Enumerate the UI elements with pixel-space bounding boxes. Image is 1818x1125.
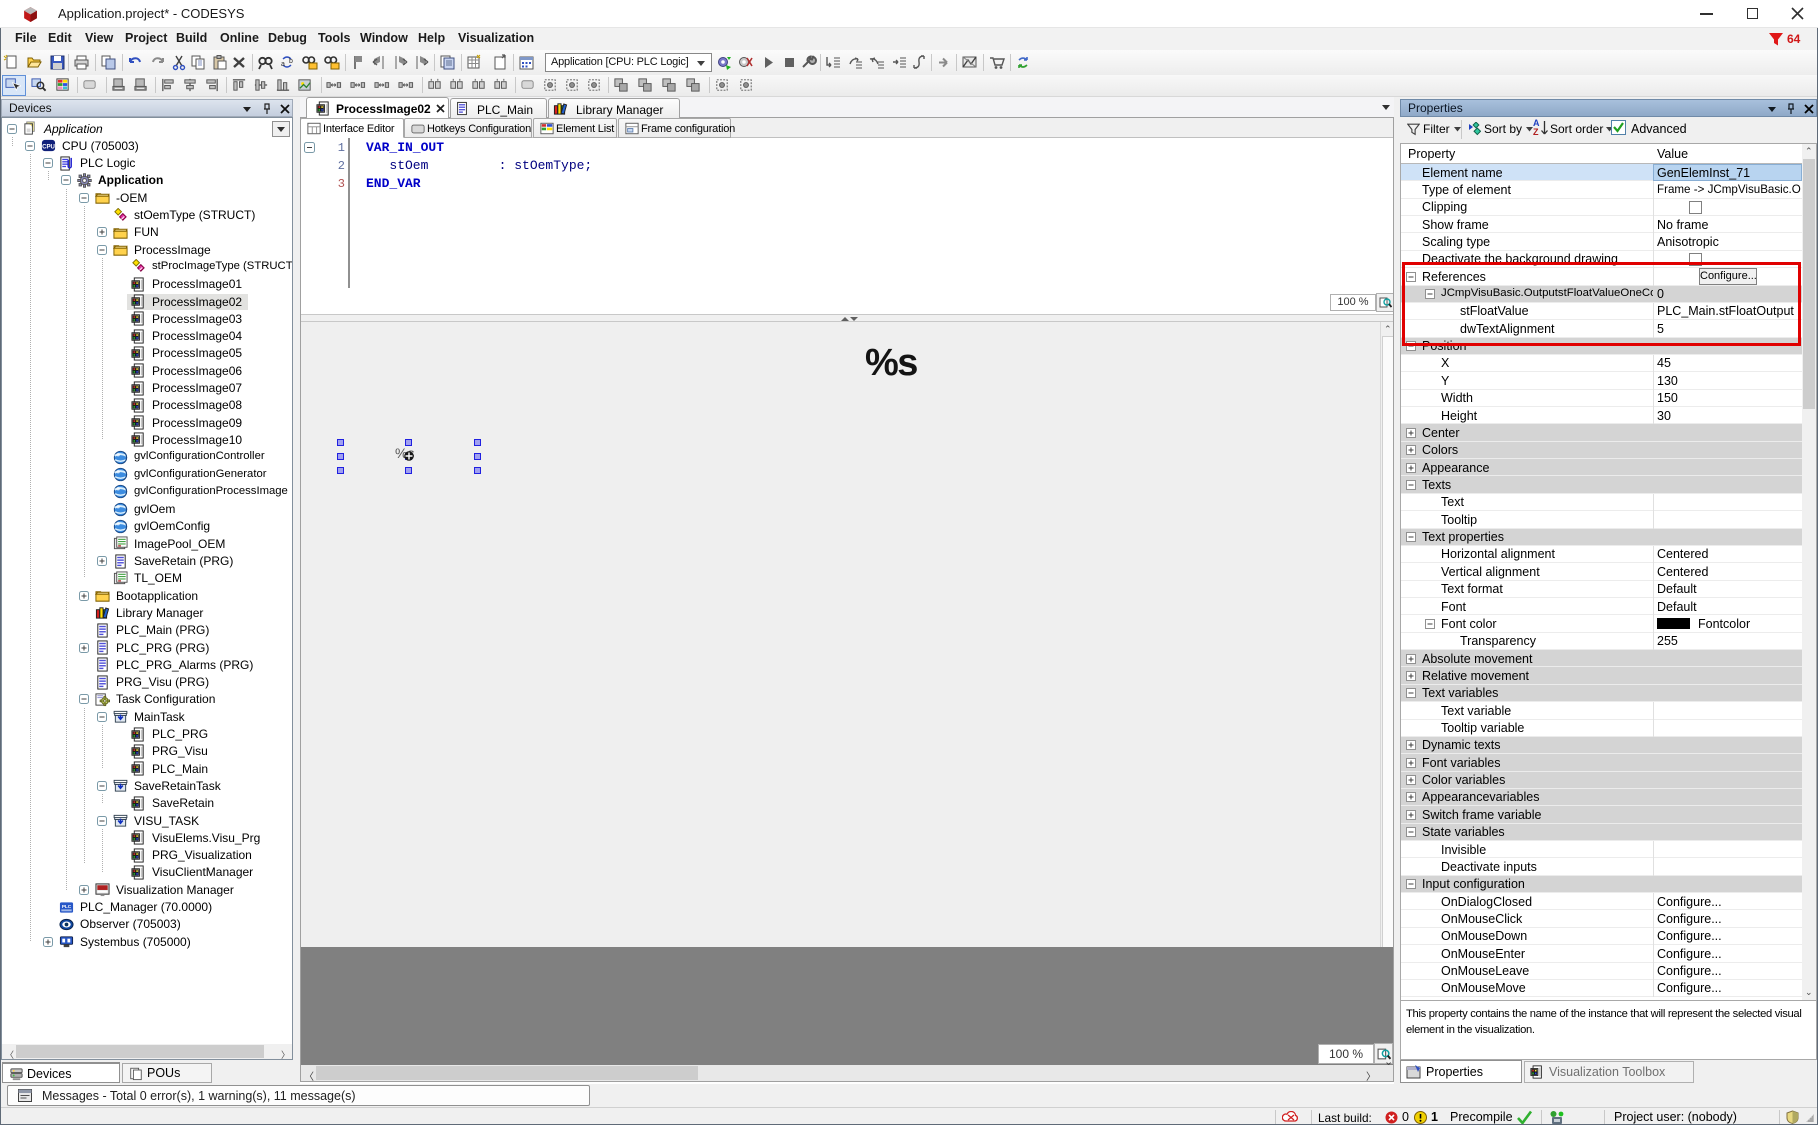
svg-text:a: a — [281, 61, 285, 68]
svg-text:b: b — [289, 58, 293, 65]
